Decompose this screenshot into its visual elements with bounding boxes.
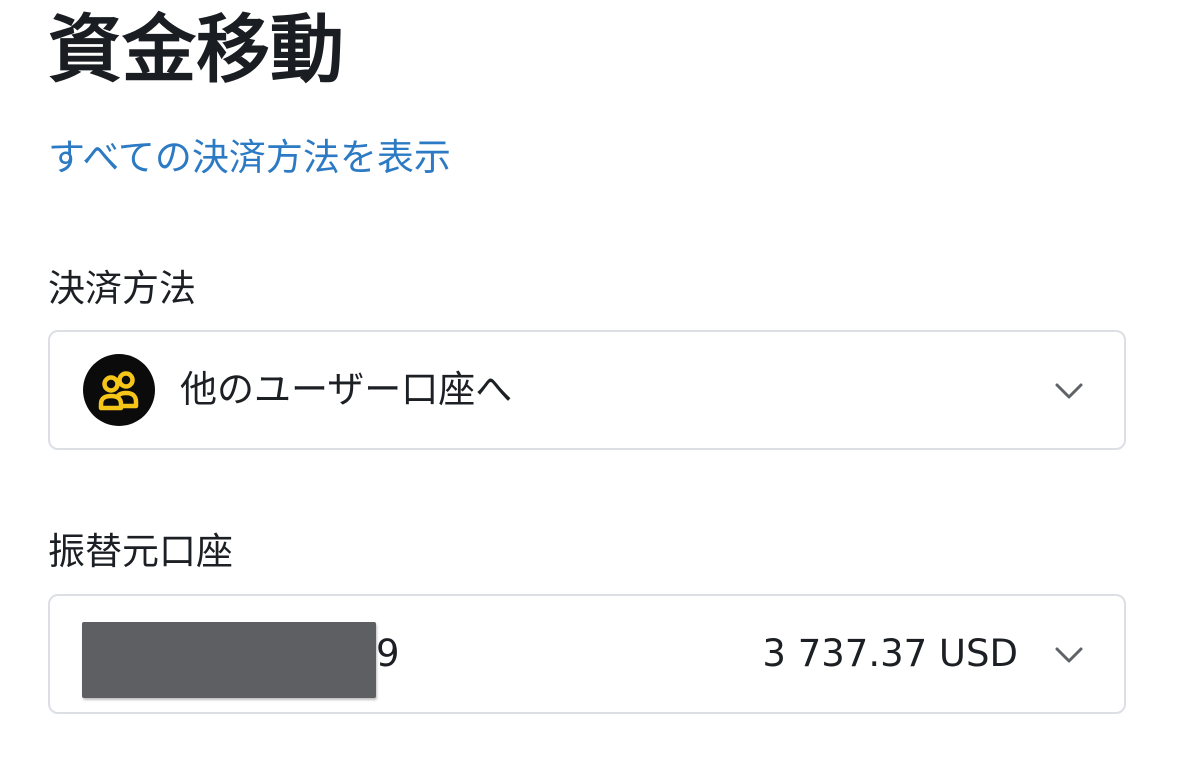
account-balance: 3 737.37 USD bbox=[762, 632, 1018, 675]
chevron-down-icon bbox=[1055, 383, 1083, 399]
account-number-suffix: 9 bbox=[376, 632, 400, 675]
selected-payment-method: 他のユーザー口座へ bbox=[180, 368, 513, 411]
source-account-label: 振替元口座 bbox=[48, 530, 233, 573]
redacted-account-number bbox=[82, 622, 376, 698]
users-icon bbox=[83, 354, 155, 426]
payment-method-select[interactable]: 他のユーザー口座へ bbox=[48, 330, 1126, 450]
show-all-payment-methods-link[interactable]: すべての決済方法を表示 bbox=[48, 134, 451, 182]
chevron-down-icon bbox=[1055, 647, 1083, 663]
source-account-select[interactable]: 9 3 737.37 USD bbox=[48, 594, 1126, 714]
payment-method-label: 決済方法 bbox=[48, 267, 196, 310]
page-title: 資金移動 bbox=[48, 7, 344, 93]
